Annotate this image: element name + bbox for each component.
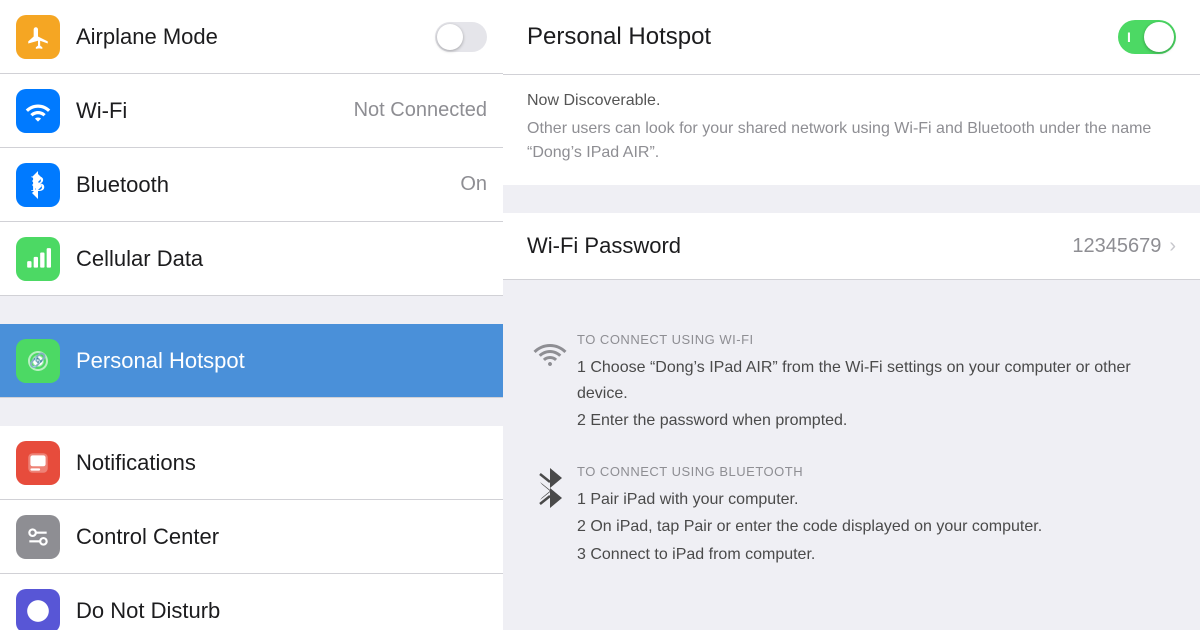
notifications-label: Notifications: [76, 450, 196, 476]
airplane-label: Airplane Mode: [76, 24, 218, 50]
sidebar-item-airplane[interactable]: Airplane Mode: [0, 0, 503, 74]
bt-step-1: 1 Pair iPad with your computer.: [577, 487, 1180, 513]
hotspot-icon: 🔗: [16, 339, 60, 383]
sidebar-item-cellular[interactable]: Cellular Data: [0, 222, 503, 296]
svg-text:🔗: 🔗: [29, 351, 47, 369]
chevron-icon: ›: [1169, 235, 1176, 258]
wifi-instruction-title: TO CONNECT USING WI-FI: [577, 332, 1180, 347]
hotspot-label: Personal Hotspot: [76, 348, 245, 374]
wifi-password-label: Wi-Fi Password: [527, 233, 681, 259]
cellular-icon: [16, 237, 60, 281]
control-center-icon: [16, 515, 60, 559]
sidebar-item-bluetooth[interactable]: B Bluetooth On: [0, 148, 503, 222]
wifi-step-1: 1 Choose “Dong’s IPad AIR” from the Wi-F…: [577, 355, 1180, 406]
instructions-section: TO CONNECT USING WI-FI 1 Choose “Dong’s …: [503, 308, 1200, 570]
detail-title: Personal Hotspot: [527, 23, 711, 51]
sidebar-item-do-not-disturb[interactable]: Do Not Disturb: [0, 574, 503, 630]
bluetooth-instruction-title: TO CONNECT USING BLUETOOTH: [577, 464, 1180, 479]
bluetooth-instruction-content: TO CONNECT USING BLUETOOTH 1 Pair iPad w…: [577, 464, 1180, 570]
section-gap-2: [0, 398, 503, 426]
wifi-password-row[interactable]: Wi-Fi Password 12345679 ›: [503, 213, 1200, 280]
wifi-instruction-block: TO CONNECT USING WI-FI 1 Choose “Dong’s …: [523, 332, 1180, 436]
toggle-i-label: I: [1127, 29, 1131, 45]
bluetooth-label: Bluetooth: [76, 172, 169, 198]
discoverable-section: Now Discoverable. Other users can look f…: [503, 75, 1200, 185]
section-gap-1: [0, 296, 503, 324]
control-center-label: Control Center: [76, 524, 219, 550]
airplane-toggle[interactable]: [435, 22, 487, 52]
airplane-icon: [16, 15, 60, 59]
wifi-instruction-icon: [523, 332, 577, 370]
airplane-toggle-knob: [437, 24, 463, 50]
wifi-value: Not Connected: [354, 99, 487, 122]
gap-1: [503, 185, 1200, 213]
hotspot-toggle[interactable]: I: [1118, 20, 1176, 54]
sidebar-item-hotspot[interactable]: 🔗 Personal Hotspot: [0, 324, 503, 398]
wifi-password-value: 12345679: [1072, 235, 1161, 258]
wifi-instruction-content: TO CONNECT USING WI-FI 1 Choose “Dong’s …: [577, 332, 1180, 436]
sidebar-item-wifi[interactable]: Wi-Fi Not Connected: [0, 74, 503, 148]
bluetooth-value: On: [460, 173, 487, 196]
wifi-step-2: 2 Enter the password when prompted.: [577, 408, 1180, 434]
svg-text:B: B: [31, 171, 46, 196]
notifications-icon: [16, 441, 60, 485]
wifi-icon: [16, 89, 60, 133]
bt-step-2: 2 On iPad, tap Pair or enter the code di…: [577, 514, 1180, 540]
sidebar: Airplane Mode Wi-Fi Not Connected B Blue…: [0, 0, 503, 630]
cellular-label: Cellular Data: [76, 246, 203, 272]
sidebar-item-notifications[interactable]: Notifications: [0, 426, 503, 500]
wifi-label: Wi-Fi: [76, 98, 127, 124]
bluetooth-instruction-block: TO CONNECT USING BLUETOOTH 1 Pair iPad w…: [523, 464, 1180, 570]
discoverable-line2: Other users can look for your shared net…: [527, 117, 1176, 165]
bluetooth-instruction-icon: [523, 464, 577, 512]
sidebar-item-control-center[interactable]: Control Center: [0, 500, 503, 574]
do-not-disturb-label: Do Not Disturb: [76, 598, 220, 624]
detail-panel: Personal Hotspot I Now Discoverable. Oth…: [503, 0, 1200, 630]
hotspot-header: Personal Hotspot I: [503, 0, 1200, 75]
gap-2: [503, 280, 1200, 308]
bluetooth-icon: B: [16, 163, 60, 207]
discoverable-line1: Now Discoverable.: [527, 89, 1176, 113]
bt-step-3: 3 Connect to iPad from computer.: [577, 542, 1180, 568]
do-not-disturb-icon: [16, 589, 60, 630]
hotspot-card: Personal Hotspot I Now Discoverable. Oth…: [503, 0, 1200, 185]
toggle-knob: [1144, 22, 1174, 52]
